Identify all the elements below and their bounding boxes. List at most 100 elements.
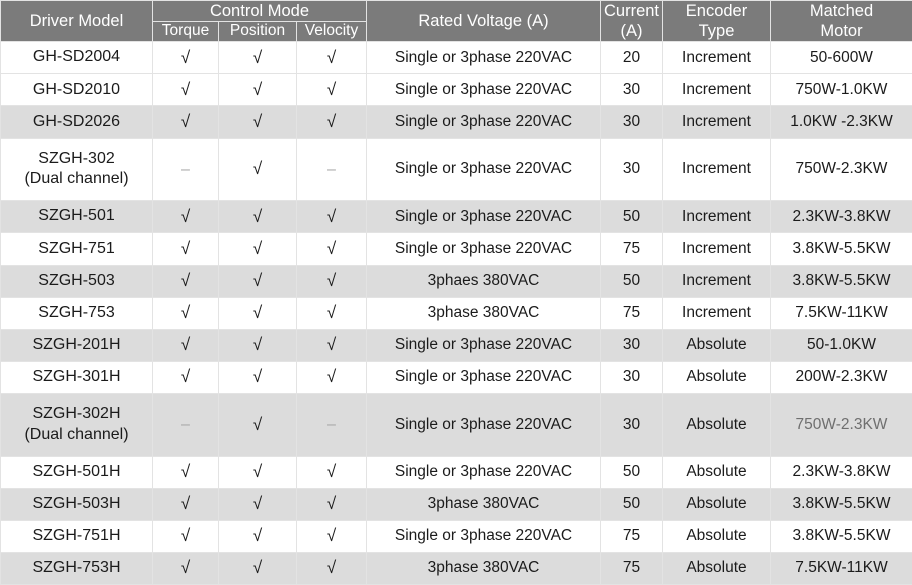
cell-current: 50	[600, 455, 663, 489]
table-row: GH-SD2026 √ √ √ Single or 3phase 220VAC 30 Inc…	[0, 105, 912, 139]
cell-encoder-type: Absolute	[662, 487, 771, 521]
column-header-rated-voltage: Rated Voltage (A)	[366, 0, 601, 43]
cell-encoder-type: Absolute	[662, 455, 771, 489]
driver-model-name: GH-SD2010	[32, 80, 121, 98]
table-row: SZGH-501H √ √ √ Single or 3phase 220VAC 50 Abs…	[0, 455, 912, 489]
table-row: SZGH-503H √ √ √ 3phase 380VAC 50 Absolute 3.8KW…	[0, 487, 912, 521]
cell-velocity-mark: √	[296, 455, 367, 489]
cell-position-mark: √	[218, 552, 297, 585]
cell-encoder-type: Absolute	[662, 552, 771, 585]
driver-model-name: GH-SD2026	[32, 112, 121, 130]
cell-torque-mark: √	[152, 41, 219, 75]
driver-model-subtitle: (Dual channel)	[24, 425, 129, 443]
cell-current: 20	[600, 41, 663, 75]
cell-position-mark: √	[218, 455, 297, 489]
table-row: SZGH-753H √ √ √ 3phase 380VAC 75 Absolute 7.5KW…	[0, 552, 912, 585]
cell-driver-model: SZGH-503H	[0, 487, 153, 521]
cell-matched-motor: 50-1.0KW	[770, 328, 912, 362]
cell-driver-model: SZGH-501H	[0, 455, 153, 489]
cell-driver-model: SZGH-302H (Dual channel)	[0, 392, 153, 457]
cell-driver-model: GH-SD2004	[0, 41, 153, 75]
current-header-line-2: (A)	[620, 22, 643, 41]
cell-matched-motor: 3.8KW-5.5KW	[770, 232, 912, 266]
driver-model-name: SZGH-753H	[32, 559, 121, 577]
cell-driver-model: SZGH-503	[0, 264, 153, 298]
cell-rated-voltage: 3phase 380VAC	[366, 296, 601, 330]
cell-rated-voltage: 3phase 380VAC	[366, 552, 601, 585]
cell-rated-voltage: 3phase 380VAC	[366, 487, 601, 521]
cell-encoder-type: Increment	[662, 264, 771, 298]
cell-position-mark: √	[218, 360, 297, 394]
cell-velocity-mark: √	[296, 360, 367, 394]
encoder-header-line-2: Type	[698, 22, 735, 41]
driver-model-name: SZGH-503	[38, 271, 115, 289]
cell-rated-voltage: 3phaes 380VAC	[366, 264, 601, 298]
cell-encoder-type: Increment	[662, 73, 771, 107]
cell-velocity-mark: √	[296, 41, 367, 75]
cell-torque-mark: –	[152, 392, 219, 457]
column-header-velocity: Velocity	[296, 21, 367, 43]
cell-position-mark: √	[218, 328, 297, 362]
table-body: GH-SD2004 √ √ √ Single or 3phase 220VAC 20 Inc…	[0, 41, 912, 585]
cell-encoder-type: Absolute	[662, 328, 771, 362]
table-row: SZGH-201H √ √ √ Single or 3phase 220VAC 30 Abs…	[0, 328, 912, 362]
header-row-primary: Driver Model Control Mode Rated Voltage …	[0, 0, 912, 43]
cell-current: 75	[600, 552, 663, 585]
driver-model-name: SZGH-751H	[32, 527, 121, 545]
cell-rated-voltage: Single or 3phase 220VAC	[366, 328, 601, 362]
matched-motor-header-line-1: Matched	[809, 2, 874, 20]
cell-torque-mark: √	[152, 73, 219, 107]
cell-torque-mark: √	[152, 552, 219, 585]
column-header-torque: Torque	[152, 21, 219, 43]
cell-driver-model: SZGH-753H	[0, 552, 153, 585]
driver-model-name: SZGH-301H	[32, 368, 121, 386]
encoder-header-line-1: Encoder	[685, 2, 748, 20]
cell-driver-model: SZGH-753	[0, 296, 153, 330]
cell-matched-motor: 750W-2.3KW	[770, 137, 912, 202]
cell-position-mark: √	[218, 519, 297, 554]
table-row: SZGH-753 √ √ √ 3phase 380VAC 75 Increment 7.5KW…	[0, 296, 912, 330]
cell-current: 30	[600, 392, 663, 457]
table-row: SZGH-302H (Dual channel) – √ – Single or 3pha…	[0, 392, 912, 457]
cell-velocity-mark: √	[296, 552, 367, 585]
cell-torque-mark: √	[152, 455, 219, 489]
cell-matched-motor: 750W-2.3KW	[770, 392, 912, 457]
driver-model-name: SZGH-503H	[32, 495, 121, 512]
cell-torque-mark: –	[152, 137, 219, 202]
table-row: SZGH-751H √ √ √ Single or 3phase 220VAC 75 Abs…	[0, 519, 912, 554]
cell-matched-motor: 3.8KW-5.5KW	[770, 264, 912, 298]
table-row: SZGH-503 √ √ √ 3phaes 380VAC 50 Increment 3.8KW…	[0, 264, 912, 298]
cell-position-mark: √	[218, 73, 297, 107]
cell-velocity-mark: √	[296, 73, 367, 107]
cell-position-mark: √	[218, 137, 297, 202]
cell-encoder-type: Increment	[662, 296, 771, 330]
cell-matched-motor: 200W-2.3KW	[770, 360, 912, 394]
table-row: SZGH-751 √ √ √ Single or 3phase 220VAC 75 Incr…	[0, 232, 912, 266]
driver-model-name: SZGH-501H	[32, 462, 121, 480]
cell-driver-model: SZGH-501	[0, 200, 153, 234]
cell-driver-model: GH-SD2010	[0, 73, 153, 107]
cell-matched-motor: 2.3KW-3.8KW	[770, 455, 912, 489]
driver-model-subtitle: (Dual channel)	[24, 170, 129, 188]
driver-model-name: SZGH-302	[38, 149, 115, 167]
matched-motor-header-line-2: Motor	[820, 22, 863, 41]
cell-current: 75	[600, 232, 663, 266]
cell-torque-mark: √	[152, 360, 219, 394]
cell-rated-voltage: Single or 3phase 220VAC	[366, 137, 601, 202]
cell-position-mark: √	[218, 392, 297, 457]
column-header-control-mode: Control Mode	[152, 0, 367, 23]
cell-encoder-type: Absolute	[662, 360, 771, 394]
cell-current: 50	[600, 200, 663, 234]
cell-current: 75	[600, 296, 663, 330]
driver-model-name: GH-SD2004	[32, 48, 121, 66]
cell-velocity-mark: √	[296, 519, 367, 554]
cell-encoder-type: Absolute	[662, 392, 771, 457]
driver-model-name: SZGH-501	[38, 207, 115, 225]
column-header-position: Position	[218, 21, 297, 43]
cell-rated-voltage: Single or 3phase 220VAC	[366, 105, 601, 139]
cell-driver-model: SZGH-751H	[0, 519, 153, 554]
cell-matched-motor: 2.3KW-3.8KW	[770, 200, 912, 234]
cell-driver-model: SZGH-751	[0, 232, 153, 266]
cell-matched-motor: 750W-1.0KW	[770, 73, 912, 107]
cell-position-mark: √	[218, 296, 297, 330]
